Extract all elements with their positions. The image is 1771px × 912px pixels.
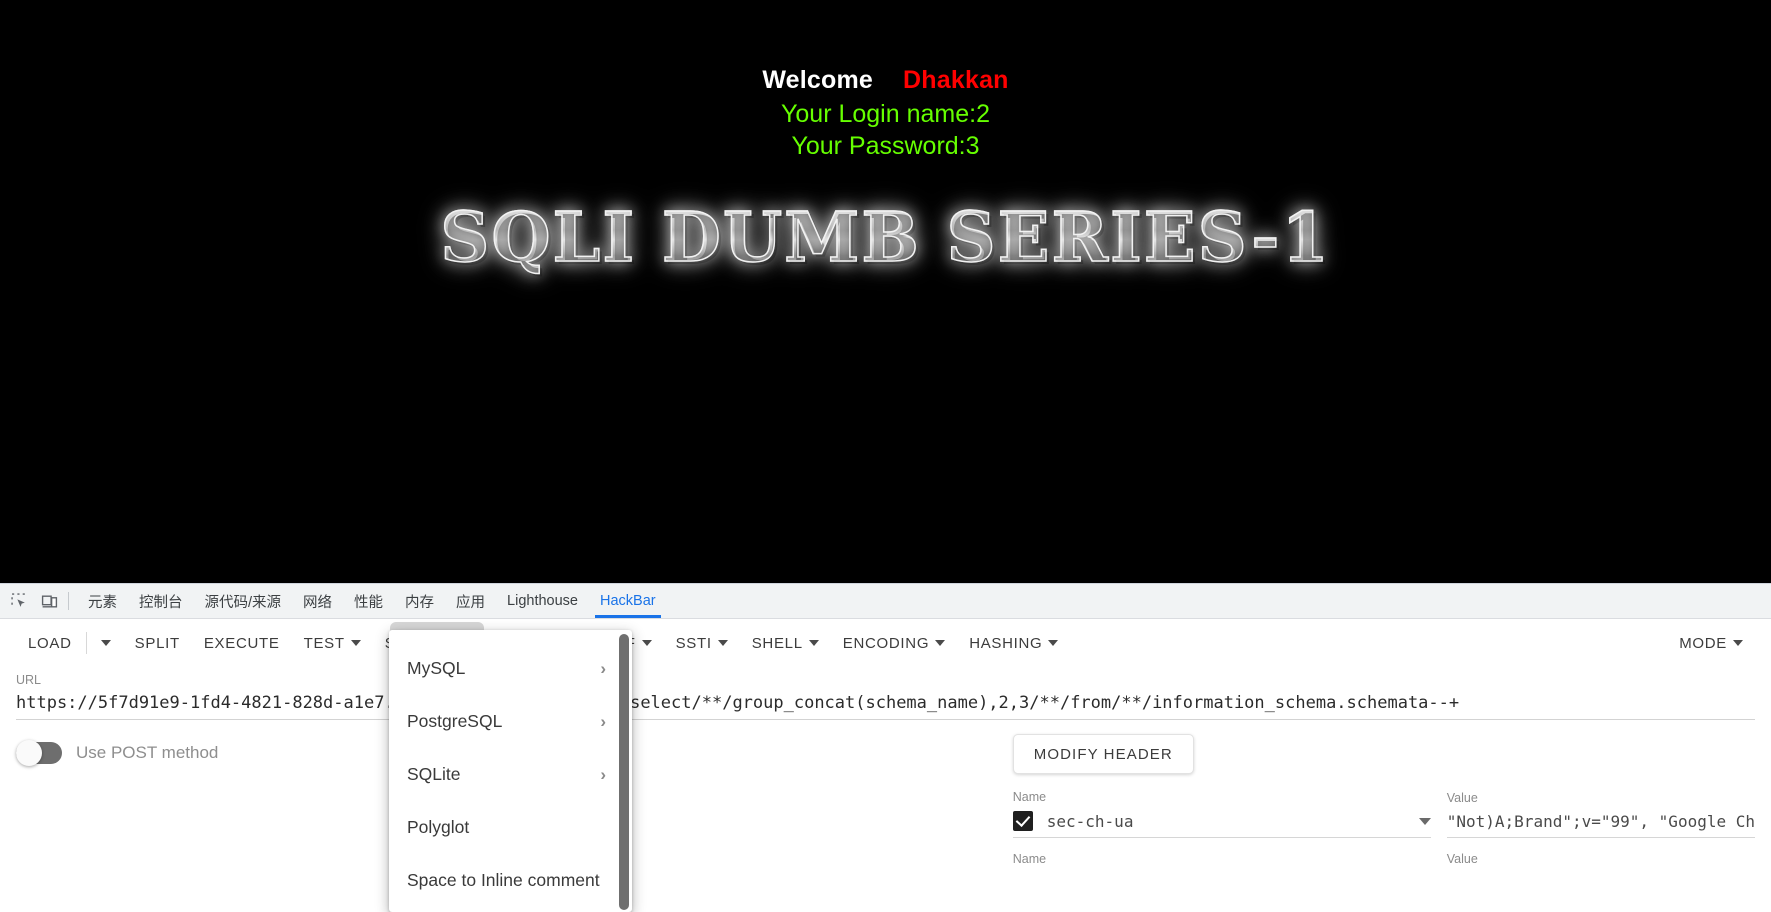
chevron-right-icon: › <box>600 713 606 730</box>
hashing-label: HASHING <box>969 635 1042 652</box>
url-label: URL <box>16 673 1755 687</box>
mode-menu-button[interactable]: MODE <box>1667 625 1755 661</box>
header-value-field-line[interactable]: "Not)A;Brand";v="99", "Google Ch <box>1447 812 1755 838</box>
header-name-field-line[interactable]: sec-ch-ua <box>1013 811 1431 838</box>
menu-item-polyglot[interactable]: Polyglot <box>389 801 632 854</box>
modify-header-button[interactable]: MODIFY HEADER <box>1013 734 1194 774</box>
header-value-label: Value <box>1447 852 1755 866</box>
menu-item-space-to-inline-comment[interactable]: Space to Inline comment <box>389 854 632 907</box>
sql-dropdown-menu: MySQL › PostgreSQL › SQLite › Polyglot S… <box>389 630 632 912</box>
tab-performance[interactable]: 性能 <box>343 584 394 618</box>
table-row: Name sec-ch-ua Value "Not)A;Brand";v="99… <box>1013 790 1755 838</box>
browser-page-viewport: Welcome Dhakkan Your Login name:2 Your Pa… <box>0 0 1771 583</box>
menu-item-label: Polyglot <box>407 817 469 838</box>
chevron-down-icon <box>642 640 652 646</box>
header-name-label: Name <box>1013 790 1431 804</box>
chevron-down-icon <box>1733 640 1743 646</box>
hackbar-lower-section: Use POST method MODIFY HEADER Name sec-c… <box>0 720 1771 875</box>
tab-application[interactable]: 应用 <box>445 584 496 618</box>
tab-network[interactable]: 网络 <box>292 584 343 618</box>
chevron-right-icon: › <box>600 660 606 677</box>
load-button[interactable]: LOAD <box>16 625 84 661</box>
toggle-knob <box>16 740 42 766</box>
encoding-label: ENCODING <box>843 635 929 652</box>
shell-label: SHELL <box>752 635 803 652</box>
table-row: Name Value <box>1013 852 1755 873</box>
chevron-down-icon <box>1048 640 1058 646</box>
ssti-label: SSTI <box>676 635 712 652</box>
device-toolbar-icon[interactable] <box>34 587 64 615</box>
tab-console[interactable]: 控制台 <box>128 584 194 618</box>
header-value-cell: Value "Not)A;Brand";v="99", "Google Ch <box>1447 791 1755 838</box>
welcome-line: Welcome Dhakkan <box>0 66 1771 96</box>
menu-item-label: MySQL <box>407 658 465 679</box>
header-name-label: Name <box>1013 852 1431 866</box>
toolbar-divider <box>68 592 69 610</box>
tab-elements[interactable]: 元素 <box>77 584 128 618</box>
split-button[interactable]: SPLIT <box>123 625 192 661</box>
sql-menu-items: MySQL › PostgreSQL › SQLite › Polyglot S… <box>389 630 632 907</box>
header-value-label: Value <box>1447 791 1755 805</box>
chevron-down-icon <box>101 640 111 646</box>
load-dropdown-button[interactable] <box>89 625 123 661</box>
menu-item-postgresql[interactable]: PostgreSQL › <box>389 695 632 748</box>
devtools-panel: 元素 控制台 源代码/来源 网络 性能 内存 应用 Lighthouse Hac… <box>0 583 1771 912</box>
login-name-line: Your Login name:2 <box>0 100 1771 130</box>
hackbar-toolbar: LOAD SPLIT EXECUTE TEST SQL XSS LFI SSRF… <box>0 619 1771 667</box>
menu-item-label: PostgreSQL <box>407 711 502 732</box>
chevron-down-icon <box>351 640 361 646</box>
devtools-tabbar: 元素 控制台 源代码/来源 网络 性能 内存 应用 Lighthouse Hac… <box>0 584 1771 619</box>
shell-menu-button[interactable]: SHELL <box>740 625 831 661</box>
encoding-menu-button[interactable]: ENCODING <box>831 625 957 661</box>
header-section: MODIFY HEADER Name sec-ch-ua Value <box>929 734 1755 875</box>
welcome-label: Welcome <box>762 66 873 94</box>
inspect-element-icon[interactable] <box>4 587 34 615</box>
tab-hackbar[interactable]: HackBar <box>589 584 667 618</box>
menu-scrollbar[interactable] <box>619 634 629 910</box>
tab-memory[interactable]: 内存 <box>394 584 445 618</box>
header-enabled-checkbox[interactable] <box>1013 811 1033 831</box>
header-rows-grid: Name sec-ch-ua Value "Not)A;Brand";v="99… <box>1013 790 1755 873</box>
header-value-input[interactable]: "Not)A;Brand";v="99", "Google Ch <box>1447 812 1755 831</box>
chevron-down-icon <box>809 640 819 646</box>
menu-item-mysql[interactable]: MySQL › <box>389 642 632 695</box>
header-name-cell: Name sec-ch-ua <box>1013 790 1431 838</box>
menu-item-label: Space to Inline comment <box>407 870 600 891</box>
menu-item-label: SQLite <box>407 764 461 785</box>
test-menu-button[interactable]: TEST <box>292 625 373 661</box>
chevron-down-icon[interactable] <box>1419 818 1431 825</box>
url-input[interactable]: https://5f7d91e9-1fd4-4821-828d-a1e7...s… <box>16 693 1755 717</box>
password-line: Your Password:3 <box>0 132 1771 162</box>
header-name-cell: Name <box>1013 852 1431 873</box>
toolbar-divider <box>86 632 87 654</box>
menu-item-sqlite[interactable]: SQLite › <box>389 748 632 801</box>
series-title: SQLI DUMB SERIES-1 <box>440 198 1331 278</box>
use-post-method-toggle[interactable] <box>16 742 62 764</box>
welcome-username: Dhakkan <box>903 66 1009 94</box>
test-label: TEST <box>304 635 345 652</box>
tab-sources[interactable]: 源代码/来源 <box>194 584 293 618</box>
chevron-down-icon <box>718 640 728 646</box>
tab-lighthouse[interactable]: Lighthouse <box>496 584 589 618</box>
mode-label: MODE <box>1679 635 1727 652</box>
use-post-method-label: Use POST method <box>76 743 218 763</box>
header-name-input[interactable]: sec-ch-ua <box>1047 812 1411 831</box>
hashing-menu-button[interactable]: HASHING <box>957 625 1070 661</box>
chevron-down-icon <box>935 640 945 646</box>
ssti-menu-button[interactable]: SSTI <box>664 625 740 661</box>
url-field-row: URL https://5f7d91e9-1fd4-4821-828d-a1e7… <box>0 667 1771 720</box>
execute-button[interactable]: EXECUTE <box>192 625 292 661</box>
chevron-right-icon: › <box>600 766 606 783</box>
sqli-result-block: Welcome Dhakkan Your Login name:2 Your Pa… <box>0 66 1771 162</box>
series-title-container: SQLI DUMB SERIES-1 <box>0 198 1771 278</box>
header-value-cell: Value <box>1447 852 1755 873</box>
